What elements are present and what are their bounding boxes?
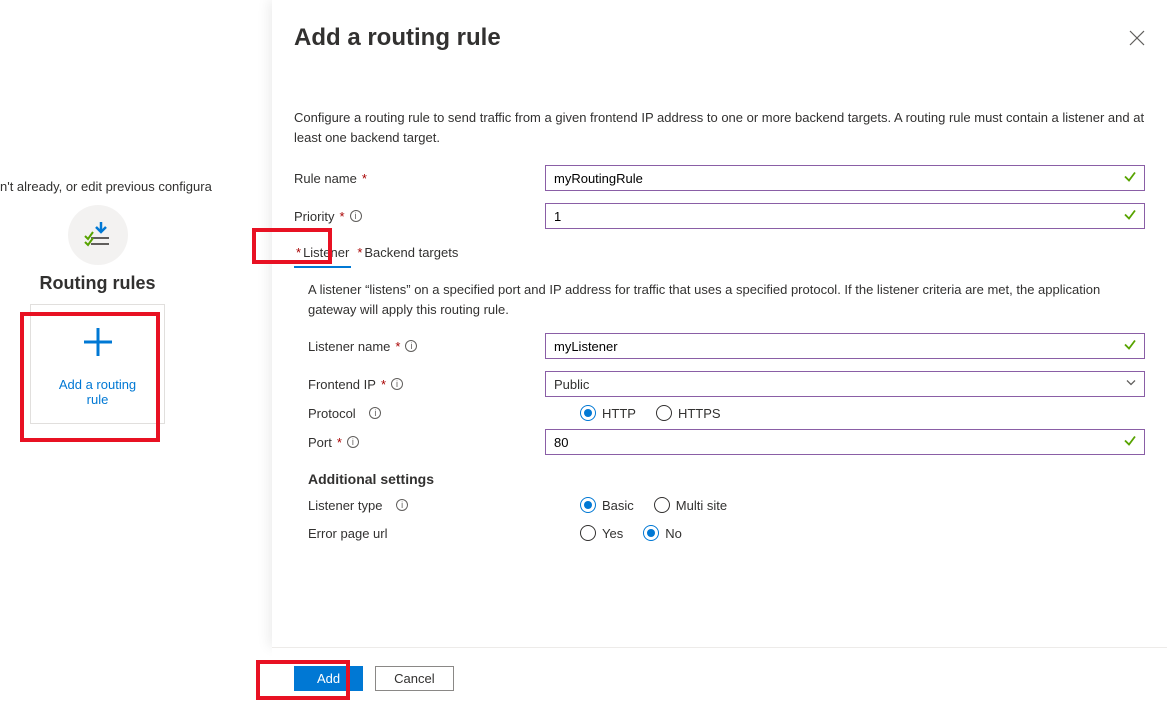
error-page-no-label: No xyxy=(665,526,682,541)
panel-title: Add a routing rule xyxy=(294,24,501,52)
add-routing-rule-panel: Add a routing rule Configure a routing r… xyxy=(272,0,1167,647)
listener-type-multi-radio[interactable]: Multi site xyxy=(654,497,727,513)
check-icon xyxy=(1123,338,1137,355)
protocol-http-radio[interactable]: HTTP xyxy=(580,405,636,421)
error-page-yes-label: Yes xyxy=(602,526,623,541)
listener-backend-tabs: *Listener *Backend targets xyxy=(294,241,1145,268)
routing-rules-section: Routing rules Add a routing rule xyxy=(30,205,165,424)
plus-icon xyxy=(78,322,118,369)
tab-listener-label: Listener xyxy=(303,245,349,260)
rule-name-input[interactable] xyxy=(545,165,1145,191)
protocol-https-label: HTTPS xyxy=(678,406,721,421)
listener-type-basic-label: Basic xyxy=(602,498,634,513)
info-icon[interactable]: i xyxy=(396,499,408,511)
panel-footer: Add Cancel xyxy=(272,647,1167,717)
priority-label: Priority xyxy=(294,209,334,224)
info-icon[interactable]: i xyxy=(347,436,359,448)
check-icon xyxy=(1123,208,1137,225)
cancel-button[interactable]: Cancel xyxy=(375,666,453,691)
priority-input[interactable] xyxy=(545,203,1145,229)
panel-intro-text: Configure a routing rule to send traffic… xyxy=(294,108,1145,147)
close-icon[interactable] xyxy=(1129,30,1145,46)
routing-rules-icon xyxy=(68,205,128,265)
check-icon xyxy=(1123,434,1137,451)
tab-listener[interactable]: *Listener xyxy=(294,241,351,268)
add-routing-rule-label: Add a routing rule xyxy=(48,377,148,407)
error-page-url-label: Error page url xyxy=(308,526,387,541)
tab-backend-label: Backend targets xyxy=(364,245,458,260)
listener-name-label: Listener name xyxy=(308,339,390,354)
info-icon[interactable]: i xyxy=(391,378,403,390)
routing-rules-title: Routing rules xyxy=(30,273,165,294)
required-asterisk: * xyxy=(395,339,400,354)
add-button[interactable]: Add xyxy=(294,666,363,691)
info-icon[interactable]: i xyxy=(369,407,381,419)
check-icon xyxy=(1123,170,1137,187)
protocol-http-label: HTTP xyxy=(602,406,636,421)
protocol-label: Protocol xyxy=(308,406,356,421)
listener-type-label: Listener type xyxy=(308,498,382,513)
protocol-https-radio[interactable]: HTTPS xyxy=(656,405,721,421)
error-page-no-radio[interactable]: No xyxy=(643,525,682,541)
add-routing-rule-tile[interactable]: Add a routing rule xyxy=(30,304,165,424)
required-asterisk: * xyxy=(337,435,342,450)
info-icon[interactable]: i xyxy=(405,340,417,352)
listener-tab-description: A listener “listens” on a specified port… xyxy=(294,274,1145,333)
port-input[interactable] xyxy=(545,429,1145,455)
frontend-ip-label: Frontend IP xyxy=(308,377,376,392)
listener-type-basic-radio[interactable]: Basic xyxy=(580,497,634,513)
required-asterisk: * xyxy=(339,209,344,224)
port-label: Port xyxy=(308,435,332,450)
frontend-ip-value: Public xyxy=(554,377,589,392)
info-icon[interactable]: i xyxy=(350,210,362,222)
background-partial-text: n't already, or edit previous configura xyxy=(0,179,212,194)
rule-name-label: Rule name xyxy=(294,171,357,186)
listener-name-input[interactable] xyxy=(545,333,1145,359)
chevron-down-icon xyxy=(1125,377,1137,392)
tab-backend-targets[interactable]: *Backend targets xyxy=(355,241,460,268)
error-page-yes-radio[interactable]: Yes xyxy=(580,525,623,541)
required-asterisk: * xyxy=(381,377,386,392)
additional-settings-heading: Additional settings xyxy=(308,471,1145,487)
listener-type-multi-label: Multi site xyxy=(676,498,727,513)
required-asterisk: * xyxy=(362,171,367,186)
frontend-ip-select[interactable]: Public xyxy=(545,371,1145,397)
